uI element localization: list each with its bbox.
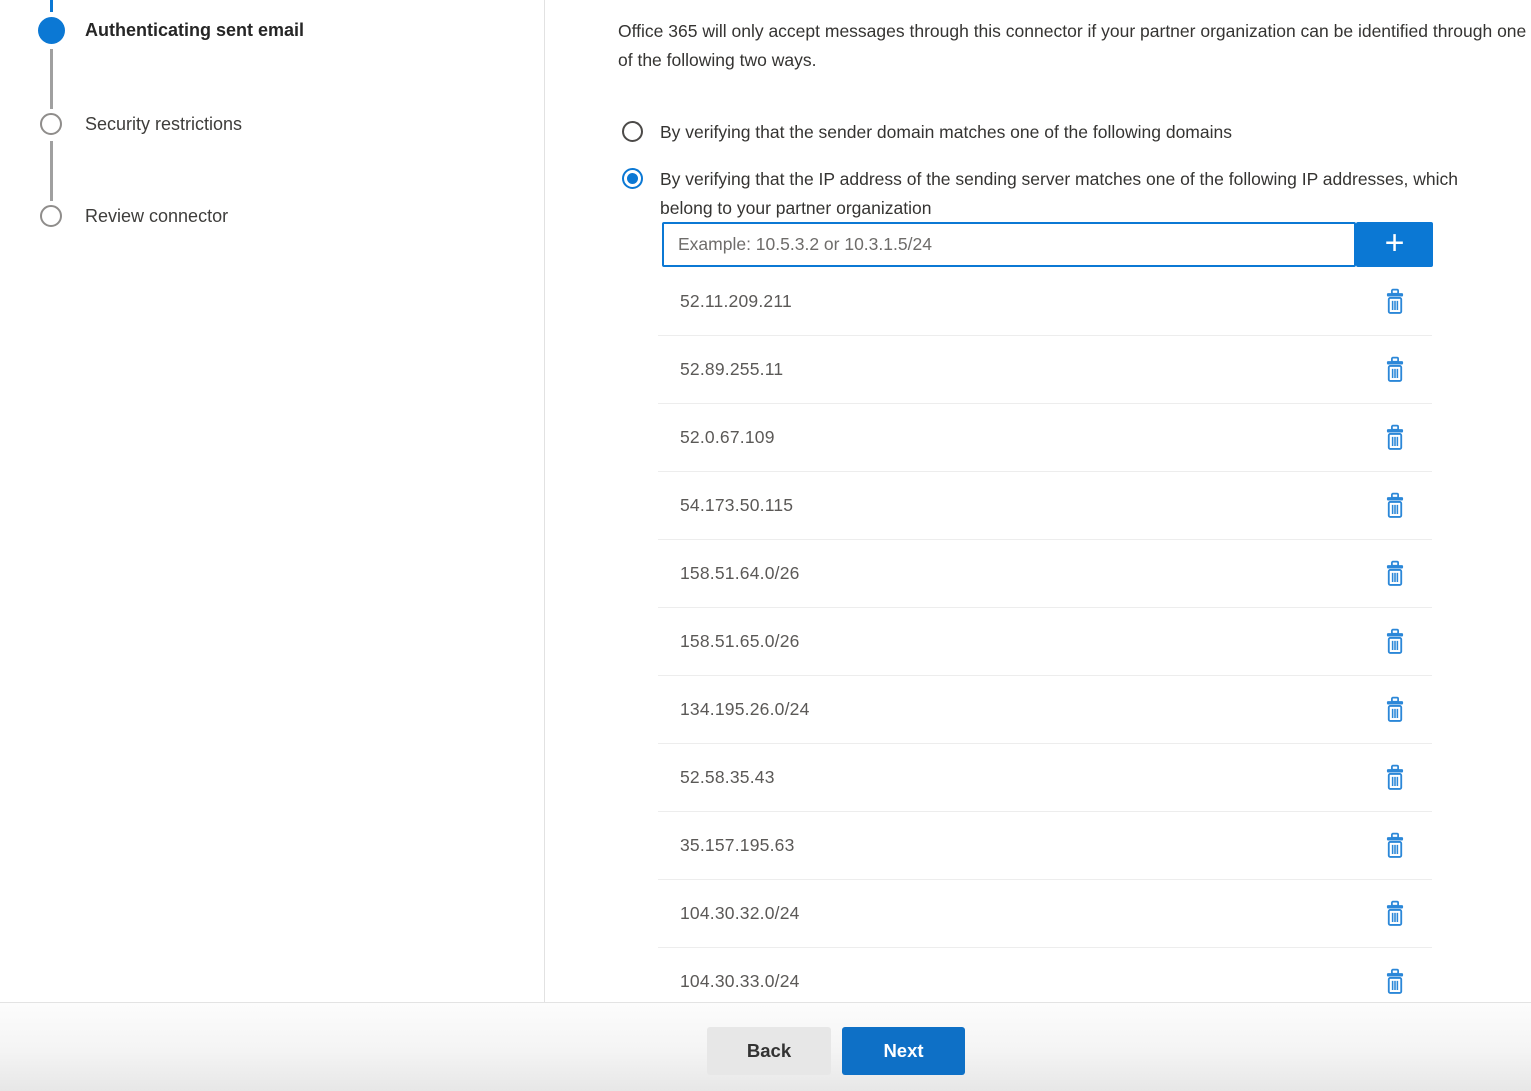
ip-input-row: + [662,222,1433,267]
ip-row: 104.30.32.0/24 [658,880,1432,948]
ip-row: 134.195.26.0/24 [658,676,1432,744]
trash-icon [1384,764,1406,791]
trash-icon [1384,628,1406,655]
trash-icon [1384,900,1406,927]
plus-icon: + [1385,226,1405,260]
ip-address-text: 158.51.64.0/26 [680,563,800,584]
radio-option-label: By verifying that the IP address of the … [660,165,1492,222]
ip-row: 52.11.209.211 [658,268,1432,336]
delete-ip-button[interactable] [1382,356,1408,384]
ip-address-text: 158.51.65.0/26 [680,631,800,652]
stepper-connector [50,49,53,109]
radio-selected-icon[interactable] [622,168,643,189]
radio-unselected-icon[interactable] [622,121,643,142]
wizard-footer: Back Next [0,1002,1531,1091]
delete-ip-button[interactable] [1382,832,1408,860]
delete-ip-button[interactable] [1382,492,1408,520]
ip-address-text: 52.0.67.109 [680,427,775,448]
wizard-content: Office 365 will only accept messages thr… [546,0,1531,1002]
trash-icon [1384,424,1406,451]
ip-row: 35.157.195.63 [658,812,1432,880]
step-authenticating-sent-email[interactable]: Authenticating sent email [85,20,304,41]
ip-row: 52.0.67.109 [658,404,1432,472]
delete-ip-button[interactable] [1382,560,1408,588]
ip-row: 54.173.50.115 [658,472,1432,540]
ip-address-text: 52.11.209.211 [680,291,792,312]
ip-address-text: 52.89.255.11 [680,359,783,380]
stepper-connector [50,141,53,201]
delete-ip-button[interactable] [1382,424,1408,452]
ip-list: 52.11.209.211 52.89.255.11 [658,268,1432,1016]
ip-address-text: 104.30.33.0/24 [680,971,800,992]
next-button[interactable]: Next [842,1027,965,1075]
trash-icon [1384,968,1406,995]
back-button[interactable]: Back [707,1027,831,1075]
delete-ip-button[interactable] [1382,764,1408,792]
delete-ip-button[interactable] [1382,696,1408,724]
ip-address-input[interactable] [662,222,1356,267]
trash-icon [1384,832,1406,859]
step-review-connector[interactable]: Review connector [85,206,228,227]
trash-icon [1384,492,1406,519]
ip-address-text: 104.30.32.0/24 [680,903,800,924]
radio-option-label: By verifying that the sender domain matc… [660,118,1232,147]
trash-icon [1384,288,1406,315]
radio-option-ip-address[interactable]: By verifying that the IP address of the … [622,165,1492,222]
add-ip-button[interactable]: + [1356,222,1433,267]
ip-address-text: 54.173.50.115 [680,495,793,516]
step-current-dot [38,17,65,44]
delete-ip-button[interactable] [1382,288,1408,316]
ip-row: 158.51.65.0/26 [658,608,1432,676]
ip-row: 158.51.64.0/26 [658,540,1432,608]
step-upcoming-dot [40,113,62,135]
ip-address-text: 134.195.26.0/24 [680,699,810,720]
ip-row: 52.89.255.11 [658,336,1432,404]
step-upcoming-dot [40,205,62,227]
intro-text: Office 365 will only accept messages thr… [618,17,1528,74]
delete-ip-button[interactable] [1382,628,1408,656]
stepper-connector-done [50,0,53,12]
ip-row: 52.58.35.43 [658,744,1432,812]
ip-address-text: 35.157.195.63 [680,835,795,856]
delete-ip-button[interactable] [1382,900,1408,928]
trash-icon [1384,696,1406,723]
delete-ip-button[interactable] [1382,968,1408,996]
wizard-stepper-panel: Authenticating sent email Security restr… [0,0,545,1002]
ip-address-text: 52.58.35.43 [680,767,775,788]
trash-icon [1384,560,1406,587]
step-security-restrictions[interactable]: Security restrictions [85,114,242,135]
radio-option-sender-domain[interactable]: By verifying that the sender domain matc… [622,118,1232,147]
trash-icon [1384,356,1406,383]
